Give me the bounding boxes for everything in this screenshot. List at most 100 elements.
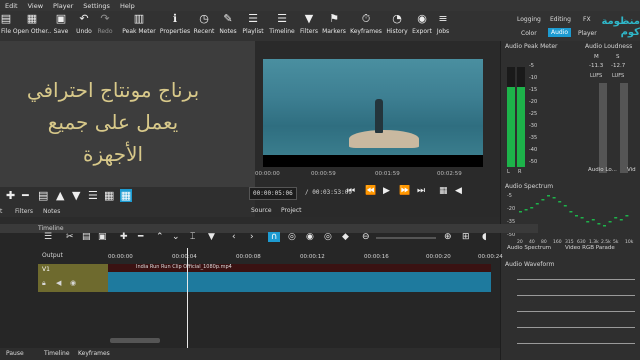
export-button[interactable]: ◉ Export [411,11,433,41]
menu-view[interactable]: View [23,2,48,10]
notes-button[interactable]: ✎ Notes [218,11,238,41]
filters-button[interactable]: ▼ Filters [298,11,320,41]
play-icon[interactable]: ▶ [383,186,390,196]
grid-view-icon[interactable]: ▦ [120,189,132,202]
split-icon[interactable]: ⌶ [190,232,195,242]
layout-color[interactable]: Color [521,30,537,37]
cut-icon[interactable]: ✂ [66,232,74,242]
eye-icon[interactable]: ◉ [70,279,76,287]
timecode-field[interactable]: 00:00:05:06 [249,187,297,200]
next-marker-icon[interactable]: › [250,232,254,242]
mute-icon[interactable]: ◀ [56,279,61,287]
zoom-slider[interactable] [376,237,436,239]
tab-video-rgb-parade[interactable]: Video RGB Parade [565,245,615,251]
menu-help[interactable]: Help [115,2,140,10]
loudness-meter-m [599,83,607,173]
remove-icon[interactable]: ━ [138,232,143,242]
prev-marker-icon[interactable]: ‹ [232,232,236,242]
tab-source[interactable]: Source [251,207,272,214]
markers-button[interactable]: ⚑ Markers [321,11,347,41]
snap-icon[interactable]: ∩ [268,232,280,242]
fast-forward-icon[interactable]: ⏩ [399,186,410,196]
zoom-out-icon[interactable]: ⊖ [362,232,370,242]
spectrum-chart: -5-20-35-5020 40 80 160 315 630 1.3k 2.5k 5k 10k [507,193,634,245]
remove-icon[interactable]: ━ [22,189,29,202]
menu-icon[interactable]: ☰ [44,232,52,242]
timeline-ruler-tick: 00:00:16 [364,254,389,260]
spectrum-point [569,211,573,213]
volume-icon[interactable]: ◀ [455,186,462,196]
spectrum-point [547,195,550,197]
undo-button[interactable]: ↶ Undo [74,11,94,41]
tab-audio-spectrum[interactable]: Audio Spectrum [507,245,551,251]
playlist-button[interactable]: ☰ Playlist [241,11,265,41]
ripple-all-icon[interactable]: ◎ [324,232,332,242]
ripple-icon[interactable]: ◉ [306,232,314,242]
move-down-icon[interactable]: ▼ [72,189,80,202]
skip-end-icon[interactable]: ⏭ [417,186,425,196]
timeline-ruler[interactable]: 00:00:00 00:00:04 00:00:08 00:00:12 00:0… [108,250,503,262]
marker-add-icon[interactable]: ▼ [208,232,215,242]
ripple-markers-icon[interactable]: ◆ [342,232,349,242]
timeline-button[interactable]: ☰ Timeline [268,11,296,41]
peak-meter-icon: ▥ [133,12,145,25]
layout-logging[interactable]: Logging [517,16,541,23]
tab-playlist[interactable]: t [0,208,2,215]
history-button[interactable]: ◔ History [385,11,409,41]
layout-player[interactable]: Player [578,30,597,37]
list-view-icon[interactable]: ☰ [88,189,98,202]
redo-button[interactable]: ↷ Redo [96,11,114,41]
paste-icon[interactable]: ▣ [98,232,107,242]
video-clip[interactable]: India Run Run Clip Official_1080p.mp4 [108,264,491,292]
tab-filters[interactable]: Filters [15,208,33,215]
lock-icon[interactable]: 🔒︎ [42,279,46,288]
waveform-line [517,279,635,280]
open-other-button[interactable]: ▦ Open Other.. [13,11,51,41]
zoom-in-icon[interactable]: ⊕ [444,232,452,242]
grid-icon[interactable]: ▦ [439,186,448,196]
peak-scale-label: -30 [529,123,538,129]
append-icon[interactable]: ✚ [120,232,128,242]
scrub-icon[interactable]: ◎ [288,232,296,242]
watermark-logo: منظومة كوم [601,16,640,38]
viewer-ruler[interactable]: 00:00:00 00:00:59 00:01:59 00:02:59 [255,169,500,181]
keyframes-button[interactable]: ⏱ Keyframes [350,11,382,41]
playlist-icon: ☰ [248,12,258,25]
save-button[interactable]: ▣ Save [52,11,70,41]
peak-meter-button[interactable]: ▥ Peak Meter [121,11,157,41]
jobs-button[interactable]: ≡ Jobs [434,11,452,41]
loudness-meter-s [620,83,628,173]
layout-editing[interactable]: Editing [550,16,571,23]
playhead[interactable] [187,248,188,360]
add-icon[interactable]: ✚ [6,189,15,202]
horizontal-scrollbar[interactable] [110,338,160,343]
overwrite-icon[interactable]: ⌄ [172,232,180,242]
tab-audio-loudness[interactable]: Audio Lo... [588,167,617,173]
menu-player[interactable]: Player [48,2,78,10]
peak-fill-left [507,87,515,167]
tab-notes[interactable]: Notes [43,208,60,215]
tab-video[interactable]: Vid [627,167,636,173]
layout-fx[interactable]: FX [583,16,591,23]
detail-view-icon[interactable]: ▦ [104,189,114,202]
skip-start-icon[interactable]: ⏮ [347,186,355,196]
update-icon[interactable]: ▤ [38,189,48,202]
tab-project[interactable]: Project [281,207,302,214]
tab-keyframes[interactable]: Keyframes [78,350,110,357]
layout-audio[interactable]: Audio [548,28,572,37]
tab-timeline[interactable]: Timeline [44,350,70,357]
menu-settings[interactable]: Settings [78,2,115,10]
recent-button[interactable]: ◷ Recent [193,11,215,41]
spectrum-y-label: -5 [507,193,512,199]
rewind-icon[interactable]: ⏪ [365,186,376,196]
record-audio-icon[interactable]: ◖ [482,232,487,242]
lift-icon[interactable]: ⌃ [156,232,164,242]
zoom-fit-icon[interactable]: ⊞ [462,232,470,242]
file-button[interactable]: ▤ File [0,11,12,41]
properties-button[interactable]: ℹ Properties [160,11,190,41]
menu-edit[interactable]: Edit [0,2,23,10]
copy-icon[interactable]: ▤ [82,232,91,242]
track-header-v1[interactable]: V1 🔒︎ ◀ ◉ [38,264,108,292]
move-up-icon[interactable]: ▲ [56,189,64,202]
loudness-m-value: -11.3 [589,63,604,69]
